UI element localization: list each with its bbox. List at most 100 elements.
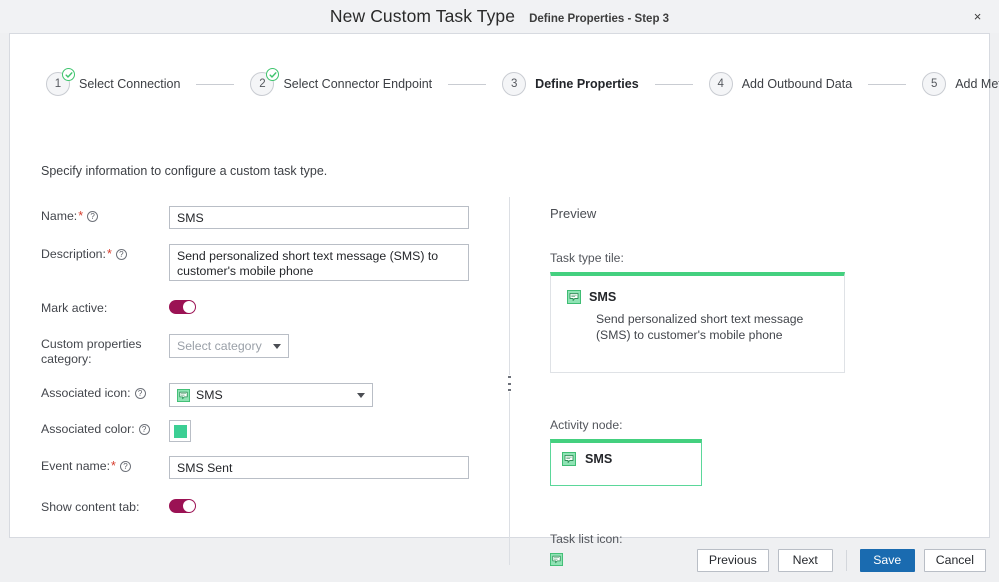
step-define-properties[interactable]: 3 Define Properties — [502, 72, 639, 96]
close-icon[interactable]: × — [968, 7, 987, 26]
custom-properties-category-placeholder: Select category — [177, 339, 262, 353]
step-number-1: 1 — [54, 78, 62, 90]
associated-icon-label: SMS — [196, 388, 223, 402]
sms-speech-bubble-icon — [177, 388, 190, 402]
control-associated-icon: SMS — [169, 383, 373, 407]
step-circle-1: 1 — [46, 68, 75, 96]
step-number-5: 5 — [930, 78, 938, 90]
step-label-5: Add Metrics — [955, 77, 999, 91]
step-number-4: 4 — [717, 78, 724, 90]
event-name-input[interactable] — [169, 456, 469, 479]
title-group: New Custom Task Type Define Properties -… — [330, 6, 669, 27]
step-label-4: Add Outbound Data — [741, 77, 853, 91]
task-type-tile-label: Task type tile: — [550, 251, 624, 265]
step-connector-3 — [654, 83, 693, 85]
activity-node-title: SMS — [585, 452, 613, 466]
custom-properties-category-select[interactable]: Select category — [169, 334, 289, 358]
help-icon[interactable]: ? — [115, 249, 127, 260]
label-associated-color-text: Associated color: — [41, 422, 135, 436]
step-add-outbound-data[interactable]: 4 Add Outbound Data — [708, 72, 853, 96]
wizard-stepper: 1 Select Connection 2 Select Connector E… — [10, 64, 999, 104]
pane-divider — [507, 197, 512, 565]
step-select-connector-endpoint[interactable]: 2 Select Connector Endpoint — [250, 68, 433, 96]
preview-pane: Preview Task type tile: SMS Send persona… — [550, 206, 950, 566]
task-type-tile-preview: SMS Send personalized short text message… — [550, 272, 845, 373]
previous-button[interactable]: Previous — [696, 548, 769, 572]
step-connector-1 — [196, 83, 235, 85]
control-name — [169, 206, 469, 229]
step-circle-3: 3 — [502, 72, 527, 96]
custom-task-type-dialog: New Custom Task Type Define Properties -… — [0, 0, 999, 582]
mark-active-toggle[interactable] — [169, 300, 196, 314]
step-label-2: Select Connector Endpoint — [283, 77, 433, 91]
color-swatch — [173, 424, 187, 438]
step-select-connection[interactable]: 1 Select Connection — [46, 68, 181, 96]
label-show-content-tab: Show content tab: — [41, 500, 140, 514]
field-row-show-content-tab: Show content tab: — [41, 497, 196, 515]
next-button[interactable]: Next — [777, 548, 833, 572]
label-description: Description:*? — [41, 244, 169, 262]
cancel-button[interactable]: Cancel — [923, 548, 986, 572]
control-associated-color — [169, 419, 191, 442]
required-marker: * — [78, 209, 84, 223]
step-label-1: Select Connection — [79, 77, 181, 91]
tile-header: SMS — [567, 290, 828, 304]
field-row-name: Name:*? — [41, 206, 469, 229]
label-custom-properties-category: Custom properties category: — [41, 337, 142, 366]
tile-description: Send personalized short text message (SM… — [596, 312, 804, 342]
step-add-metrics[interactable]: 5 Add Metrics — [922, 72, 999, 96]
help-icon[interactable]: ? — [119, 461, 131, 472]
required-marker: * — [106, 247, 112, 261]
control-description — [169, 244, 469, 286]
preview-title: Preview — [550, 206, 597, 221]
help-icon[interactable]: ? — [134, 388, 146, 399]
toggle-knob — [183, 500, 195, 512]
name-input[interactable] — [169, 206, 469, 229]
required-marker: * — [111, 459, 116, 473]
step-connector-2 — [448, 83, 487, 85]
dialog-titlebar: New Custom Task Type Define Properties -… — [0, 0, 999, 33]
step-label-3: Define Properties — [535, 77, 639, 91]
pane-resize-handle[interactable] — [507, 375, 512, 392]
associated-icon-select[interactable]: SMS — [169, 383, 373, 407]
page-subtitle: Define Properties - Step 3 — [529, 13, 670, 25]
associated-color-picker[interactable] — [169, 420, 191, 442]
tile-title: SMS — [589, 290, 617, 304]
sms-speech-bubble-icon — [562, 452, 576, 466]
label-name-text: Name: — [41, 209, 78, 223]
page-title: New Custom Task Type — [329, 6, 516, 26]
help-icon[interactable]: ? — [138, 424, 150, 435]
chevron-down-icon — [273, 343, 281, 349]
field-row-associated-icon: Associated icon:? SMS — [41, 383, 373, 407]
show-content-tab-toggle[interactable] — [169, 499, 196, 513]
toggle-knob — [183, 301, 195, 313]
step-circle-5: 5 — [922, 72, 947, 96]
check-icon — [62, 68, 75, 81]
button-separator — [845, 549, 847, 571]
control-custom-properties-category: Select category — [169, 334, 289, 358]
check-icon — [266, 68, 280, 81]
description-textarea[interactable] — [169, 244, 469, 281]
label-name: Name:*? — [41, 206, 169, 224]
label-associated-icon-text: Associated icon: — [41, 386, 131, 400]
dialog-body: 1 Select Connection 2 Select Connector E… — [9, 33, 999, 566]
control-event-name — [169, 456, 469, 479]
field-row-mark-active: Mark active: — [41, 298, 196, 316]
control-mark-active — [169, 298, 196, 314]
chevron-down-icon — [357, 392, 365, 398]
sms-speech-bubble-icon — [567, 290, 581, 304]
help-icon[interactable]: ? — [87, 211, 99, 222]
label-event-name-text: Event name: — [41, 459, 111, 473]
save-button[interactable]: Save — [859, 548, 915, 572]
label-associated-icon: Associated icon:? — [41, 383, 169, 401]
field-row-custom-properties-category: Custom properties category: Select categ… — [41, 334, 289, 367]
activity-node-preview: SMS — [550, 439, 702, 486]
label-description-text: Description: — [41, 247, 106, 261]
control-show-content-tab — [169, 497, 196, 513]
step-circle-2: 2 — [250, 68, 280, 96]
label-event-name: Event name:*? — [41, 456, 169, 474]
intro-text: Specify information to configure a custo… — [41, 164, 328, 178]
activity-node-label: Activity node: — [550, 418, 623, 432]
associated-icon-value: SMS — [177, 388, 223, 402]
